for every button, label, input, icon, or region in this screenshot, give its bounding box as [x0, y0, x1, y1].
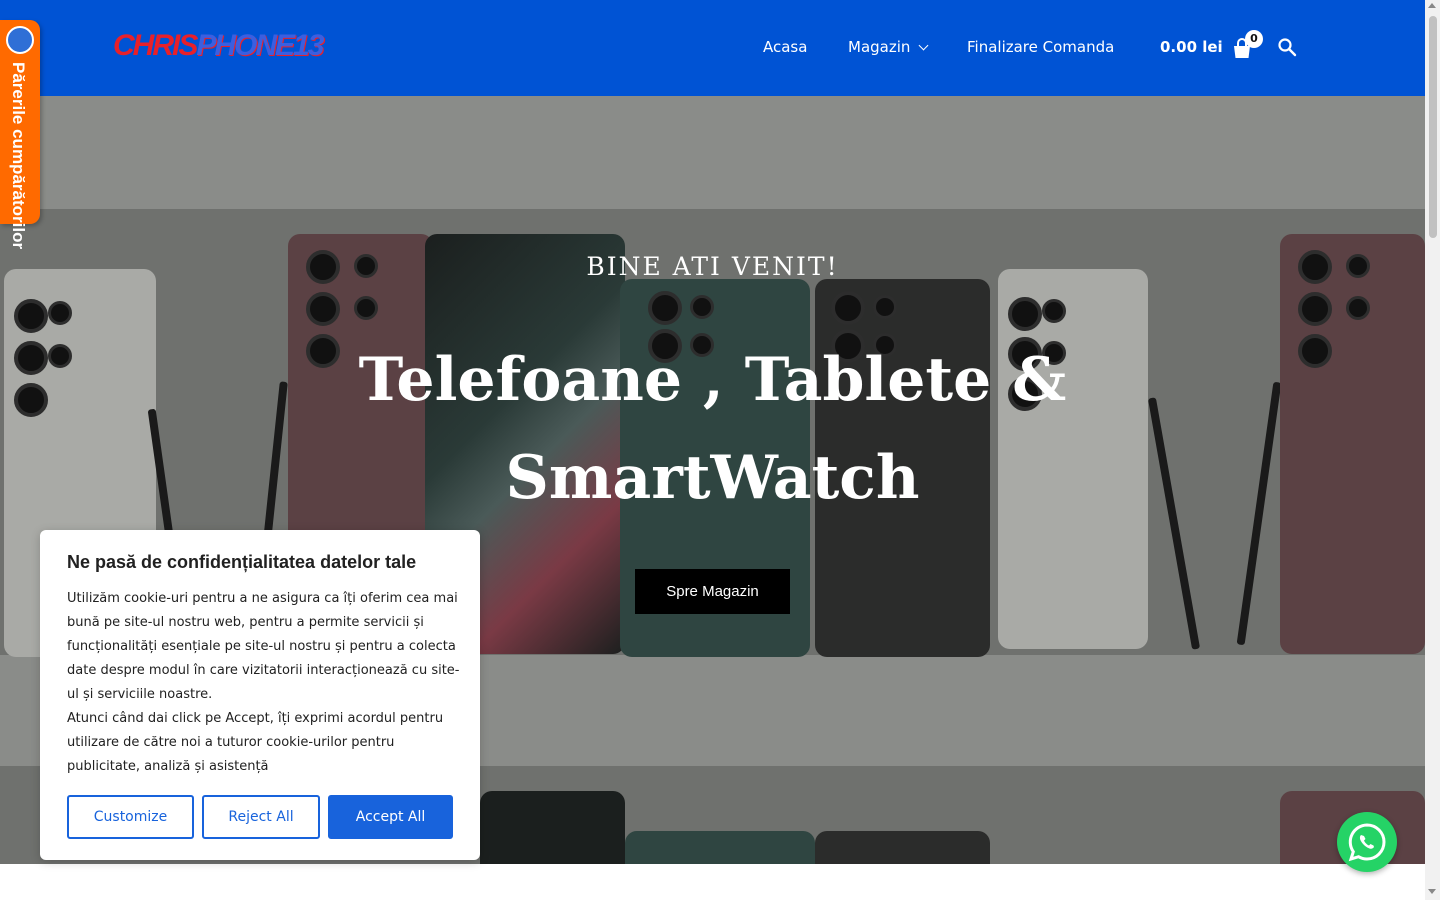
camera-lens — [306, 292, 340, 326]
nav-item-home[interactable]: Acasa — [763, 36, 807, 58]
scrollbar-thumb[interactable] — [1429, 16, 1437, 238]
hero-subtitle: BINE ATI VENIT! — [586, 252, 839, 281]
camera-lens — [14, 299, 48, 333]
cookie-banner-text: Utilizăm cookie-uri pentru a ne asigura … — [67, 587, 462, 779]
cookie-consent-banner: Ne pasă de confidențialitatea datelor ta… — [40, 530, 480, 860]
customer-reviews-tab[interactable]: Părerile cumpărătorilor — [0, 20, 40, 249]
cookie-banner-paragraph: Utilizăm cookie-uri pentru a ne asigura … — [67, 591, 460, 702]
camera-lens — [831, 291, 865, 325]
camera-lens — [1008, 297, 1042, 331]
site-header: CHRISPHONE13 Acasa Magazin Finalizare Co… — [0, 0, 1425, 96]
camera-lens — [14, 383, 48, 417]
logo-text-part2: PHONE13 — [196, 29, 324, 62]
site-logo[interactable]: CHRISPHONE13 — [113, 29, 324, 65]
scroll-down-arrow-icon[interactable] — [1428, 889, 1436, 894]
cookie-accept-all-button[interactable]: Accept All — [328, 795, 453, 839]
scroll-up-arrow-icon[interactable] — [1428, 3, 1436, 8]
camera-lens — [1346, 296, 1370, 320]
reviews-tab-label: Părerile cumpărătorilor — [9, 62, 28, 250]
cookie-reject-all-button[interactable]: Reject All — [202, 795, 320, 839]
camera-lens — [14, 341, 48, 375]
nav-item-shop[interactable]: Magazin — [848, 36, 929, 58]
nav-item-checkout[interactable]: Finalizare Comanda — [967, 36, 1114, 58]
cart-total[interactable]: 0.00 lei — [1160, 36, 1223, 58]
search-icon[interactable] — [1277, 37, 1297, 57]
logo-text-part1: CHRIS — [113, 29, 198, 62]
nav-item-shop-label: Magazin — [848, 38, 911, 56]
shop-now-button[interactable]: Spre Magazin — [635, 569, 790, 614]
whatsapp-icon — [1348, 823, 1386, 862]
camera-lens — [48, 344, 72, 368]
cookie-banner-paragraph: Atunci când dai click pe Accept, îți exp… — [67, 711, 444, 774]
camera-lens — [1298, 334, 1332, 368]
camera-lens — [1298, 292, 1332, 326]
camera-lens — [873, 295, 897, 319]
phone-image-lower-row — [480, 791, 625, 864]
whatsapp-chat-button[interactable] — [1337, 812, 1397, 872]
phone-image-lower-row — [625, 831, 815, 864]
phone-image-burgundy-right — [1280, 234, 1425, 654]
cookie-banner-title: Ne pasă de confidențialitatea datelor ta… — [67, 552, 417, 572]
camera-lens — [648, 291, 682, 325]
chevron-down-icon — [918, 40, 929, 51]
camera-lens — [1042, 299, 1066, 323]
hero-title: Telefoane , Tablete & SmartWatch — [358, 345, 1067, 513]
trust-seal-icon — [6, 26, 34, 54]
camera-lens — [354, 296, 378, 320]
camera-lens — [690, 295, 714, 319]
page: BINE ATI VENIT! Telefoane , Tablete & Sm… — [0, 0, 1440, 900]
cookie-customize-button[interactable]: Customize — [67, 795, 194, 839]
camera-lens — [306, 334, 340, 368]
phone-image-lower-row — [815, 831, 990, 864]
cart-count-badge: 0 — [1245, 30, 1263, 48]
camera-lens — [48, 301, 72, 325]
